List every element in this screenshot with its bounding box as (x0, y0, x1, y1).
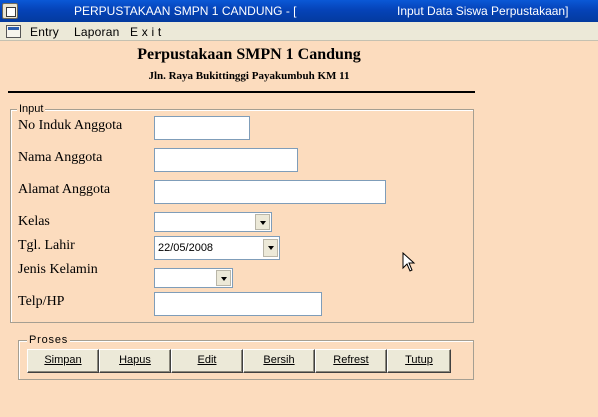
page-title: Perpustakaan SMPN 1 Candung (137, 46, 361, 63)
mouse-cursor-icon (402, 252, 416, 272)
input-group-legend: Input (17, 103, 46, 115)
jenis-kelamin-select[interactable] (154, 268, 233, 288)
menu-bar: Entry Laporan E x i t (0, 22, 598, 41)
nama-input[interactable] (154, 148, 298, 172)
alamat-label: Alamat Anggota (18, 182, 111, 197)
kelas-select[interactable] (154, 212, 272, 232)
tgl-lahir-datepicker[interactable]: 22/05/2008 (154, 236, 280, 260)
header-divider (8, 91, 475, 93)
title-bar: PERPUSTAKAAN SMPN 1 CANDUNG - [ Input Da… (0, 0, 598, 22)
chevron-down-icon[interactable] (216, 270, 231, 286)
proses-group-legend: Proses (27, 334, 71, 346)
chevron-down-icon[interactable] (263, 239, 278, 257)
form-area: Perpustakaan SMPN 1 Candung Jln. Raya Bu… (0, 41, 598, 417)
window-title: PERPUSTAKAAN SMPN 1 CANDUNG - [ (74, 4, 297, 18)
telp-label: Telp/HP (18, 294, 65, 309)
child-window-title: Input Data Siswa Perpustakaan] (397, 4, 569, 18)
menu-exit[interactable]: E x i t (130, 25, 161, 39)
kelas-label: Kelas (18, 214, 50, 229)
simpan-button[interactable]: Simpan (27, 349, 99, 373)
menu-laporan[interactable]: Laporan (74, 25, 119, 39)
mdi-child-icon[interactable] (6, 25, 21, 38)
edit-button[interactable]: Edit (171, 349, 243, 373)
menu-entry[interactable]: Entry (30, 25, 59, 39)
bersih-button[interactable]: Bersih (243, 349, 315, 373)
tgl-lahir-value: 22/05/2008 (158, 242, 214, 254)
chevron-down-icon[interactable] (255, 214, 270, 230)
tutup-button[interactable]: Tutup (387, 349, 451, 373)
no-induk-input[interactable] (154, 116, 250, 140)
proses-groupbox: Proses Simpan Hapus Edit Bersih Refrest … (18, 334, 474, 380)
jenis-kelamin-label: Jenis Kelamin (18, 262, 98, 277)
nama-label: Nama Anggota (18, 150, 103, 165)
refrest-button[interactable]: Refrest (315, 349, 387, 373)
alamat-input[interactable] (154, 180, 386, 204)
app-icon[interactable] (2, 3, 18, 19)
hapus-button[interactable]: Hapus (99, 349, 171, 373)
telp-input[interactable] (154, 292, 322, 316)
no-induk-label: No Induk Anggota (18, 118, 123, 133)
page-subtitle: Jln. Raya Bukittinggi Payakumbuh KM 11 (148, 70, 350, 82)
tgl-lahir-label: Tgl. Lahir (18, 238, 75, 253)
